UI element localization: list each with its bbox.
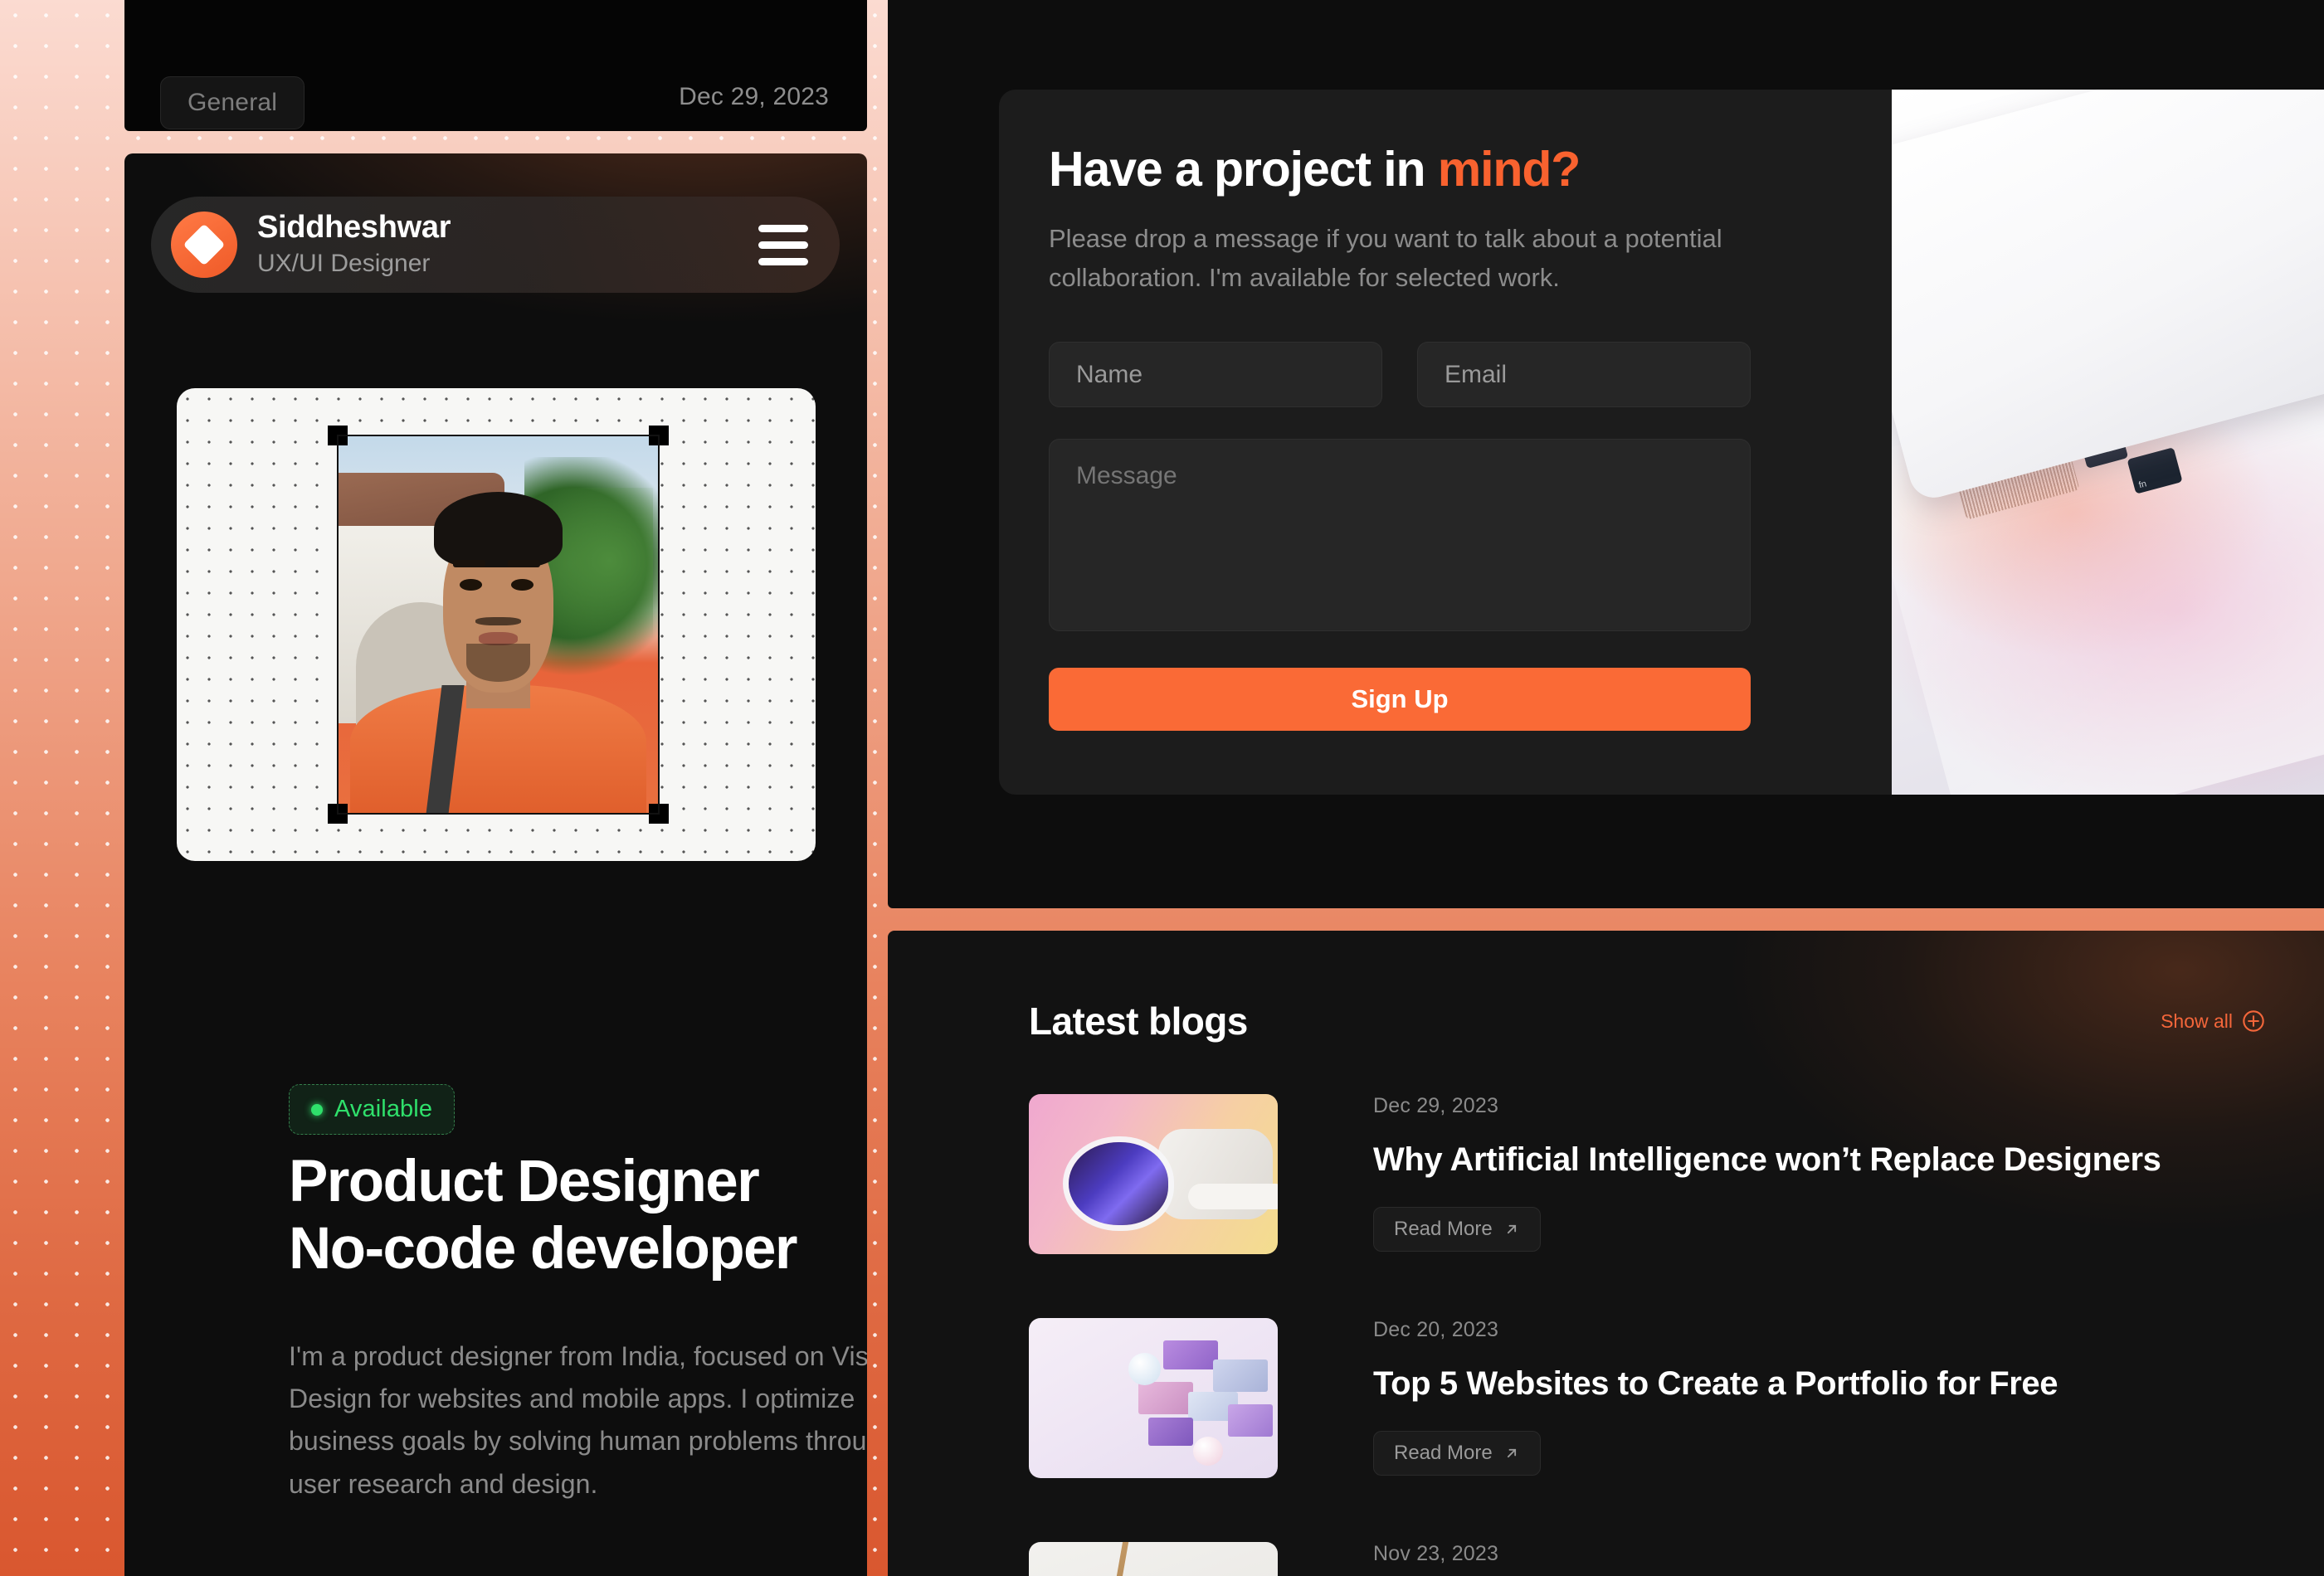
- read-more-label: Read More: [1394, 1442, 1493, 1464]
- cube: [1213, 1360, 1268, 1392]
- cube: [1148, 1417, 1193, 1447]
- photo-canvas[interactable]: [177, 388, 816, 861]
- blog-date: Nov 23, 2023: [1373, 1542, 1499, 1565]
- diamond-shape: [183, 223, 226, 266]
- cube: [1138, 1382, 1193, 1414]
- resize-handle-top-left[interactable]: [328, 426, 348, 445]
- blog-thumbnail: [1029, 1318, 1278, 1478]
- contact-card: Have a project in mind? Please drop a me…: [999, 90, 2324, 795]
- cube: [1228, 1404, 1273, 1437]
- resize-handle-bottom-left[interactable]: [328, 804, 348, 824]
- blog-text: Dec 29, 2023 Why Artificial Intelligence…: [1373, 1094, 2161, 1252]
- blog-date: Dec 20, 2023: [1373, 1318, 1499, 1341]
- blog-text: Nov 23, 2023: [1373, 1542, 1498, 1566]
- arrow-up-right-icon: [1507, 1448, 1516, 1458]
- headline-line-2: No-code developer: [289, 1215, 798, 1282]
- sphere: [1128, 1353, 1161, 1386]
- diamond-logo-icon[interactable]: [171, 212, 237, 278]
- page-title: Product Designer No-code developer: [289, 1149, 867, 1283]
- contact-subtitle: Please drop a message if you want to tal…: [1049, 224, 1722, 293]
- blog-title[interactable]: Top 5 Websites to Create a Portfolio for…: [1373, 1365, 2058, 1403]
- hamburger-icon[interactable]: [753, 220, 813, 270]
- hamburger-bar: [758, 257, 808, 265]
- name-input[interactable]: [1049, 342, 1382, 408]
- show-all-label: Show all: [2161, 1009, 2233, 1032]
- status-badge-label: Available: [334, 1096, 433, 1122]
- profile-card: Siddheshwar UX/UI Designer Available Pro…: [124, 153, 867, 1576]
- sphere: [1193, 1436, 1223, 1466]
- profile-bio: I'm a product designer from India, focus…: [289, 1341, 867, 1499]
- blog-thumbnail: [1029, 1542, 1278, 1576]
- vr-lens: [1069, 1141, 1168, 1226]
- contact-title-accent: mind?: [1437, 142, 1581, 197]
- blogs-title: Latest blogs: [1029, 1000, 1248, 1043]
- contact-field-row: [1049, 342, 1751, 408]
- hamburger-bar: [758, 241, 808, 249]
- left-column: General Dec 29, 2023 Siddheshwar UX/UI D…: [124, 0, 867, 1576]
- list-item[interactable]: Dec 20, 2023 Top 5 Websites to Create a …: [1029, 1318, 2058, 1478]
- selected-photo[interactable]: [328, 426, 669, 824]
- blogs-section: Latest blogs Show all Dec 29, 2023 Why A…: [888, 931, 2324, 1576]
- resize-handle-top-right[interactable]: [649, 426, 669, 445]
- list-item[interactable]: Nov 23, 2023: [1029, 1542, 1498, 1576]
- vr-band: [1188, 1184, 1278, 1209]
- general-panel: General Dec 29, 2023: [124, 0, 867, 131]
- email-input[interactable]: [1417, 342, 1751, 408]
- arrow-up-right-icon: [1507, 1224, 1516, 1234]
- read-more-button[interactable]: Read More: [1373, 1431, 1541, 1476]
- laptop-photo: fn: [1892, 90, 2324, 795]
- plus-circle-icon: [2243, 1010, 2264, 1032]
- pencil: [1102, 1542, 1131, 1576]
- status-badge: Available: [289, 1084, 456, 1135]
- blog-title[interactable]: Why Artificial Intelligence won’t Replac…: [1373, 1141, 2161, 1179]
- blog-text: Dec 20, 2023 Top 5 Websites to Create a …: [1373, 1318, 2058, 1476]
- blog-thumbnail: [1029, 1094, 1278, 1254]
- general-chip[interactable]: General: [160, 76, 305, 129]
- profile-role: UX/UI Designer: [257, 249, 431, 277]
- contact-title-main: Have a project in: [1049, 142, 1438, 197]
- profile-nav-pill: Siddheshwar UX/UI Designer: [151, 197, 840, 293]
- profile-name: Siddheshwar: [257, 210, 451, 246]
- resize-handle-bottom-right[interactable]: [649, 804, 669, 824]
- cube: [1163, 1340, 1218, 1369]
- contact-section: Have a project in mind? Please drop a me…: [888, 0, 2324, 908]
- hamburger-bar: [758, 224, 808, 232]
- show-all-button[interactable]: Show all: [2161, 1009, 2265, 1033]
- contact-form-wrapper: Have a project in mind? Please drop a me…: [1049, 141, 1751, 732]
- blog-date: Dec 29, 2023: [1373, 1094, 1499, 1117]
- headline-line-1: Product Designer: [289, 1149, 760, 1214]
- read-more-button[interactable]: Read More: [1373, 1207, 1541, 1252]
- read-more-label: Read More: [1394, 1218, 1493, 1240]
- profile-identity: Siddheshwar UX/UI Designer: [257, 210, 753, 280]
- portrait-photo: [337, 435, 660, 815]
- message-textarea[interactable]: [1049, 439, 1751, 632]
- blogs-header: Latest blogs Show all: [1029, 999, 2265, 1043]
- contact-title: Have a project in mind?: [1049, 141, 1751, 197]
- sign-up-button[interactable]: Sign Up: [1049, 668, 1751, 732]
- status-dot-icon: [311, 1103, 323, 1116]
- general-date: Dec 29, 2023: [679, 83, 829, 110]
- list-item[interactable]: Dec 29, 2023 Why Artificial Intelligence…: [1029, 1094, 2161, 1254]
